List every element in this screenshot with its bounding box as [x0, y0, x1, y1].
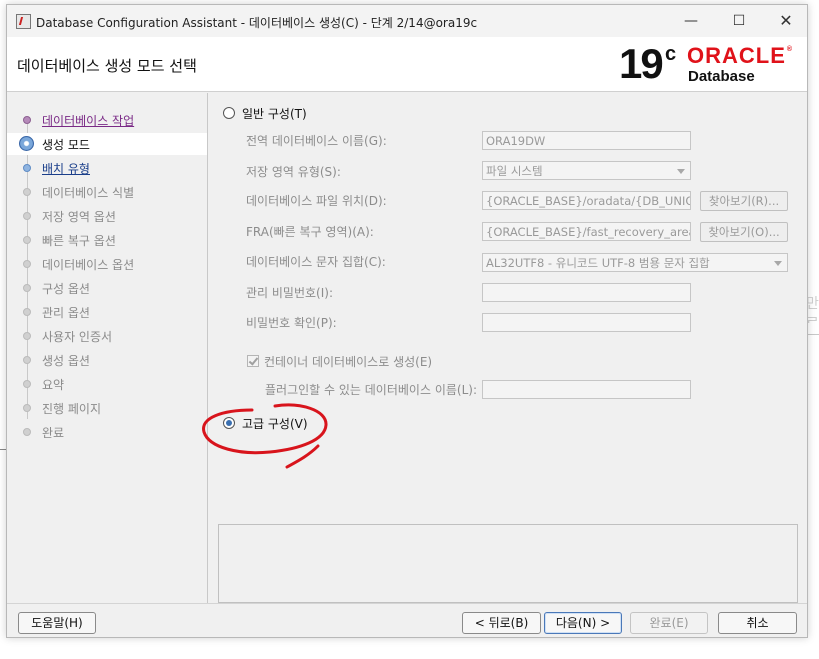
nav-step-database-identification: 데이터베이스 식별 — [7, 181, 207, 203]
storage-type-label: 저장 영역 유형(S): — [246, 165, 341, 179]
footer-divider — [7, 603, 807, 604]
confirm-password-label: 비밀번호 확인(P): — [246, 316, 337, 330]
nav-step-summary: 요약 — [7, 373, 207, 395]
step-pending-icon — [23, 212, 31, 220]
nav-step-label: 생성 모드 — [42, 138, 90, 152]
fra-input[interactable]: {ORACLE_BASE}/fast_recovery_area/ — [482, 222, 691, 241]
step-pending-icon — [23, 404, 31, 412]
minimize-button[interactable]: — — [671, 9, 711, 33]
admin-password-input[interactable] — [482, 283, 691, 302]
container-db-checkbox[interactable] — [247, 355, 259, 367]
global-db-name-label: 전역 데이터베이스 이름(G): — [246, 134, 387, 148]
advanced-config-label[interactable]: 고급 구성(V) — [242, 415, 308, 432]
page-header: 데이터베이스 생성 모드 선택 19 c ORACLE Database — [7, 37, 807, 92]
nav-step-creation-mode[interactable]: 생성 모드 — [7, 133, 207, 155]
step-pending-icon — [23, 308, 31, 316]
nav-step-label: 생성 옵션 — [42, 354, 90, 368]
nav-step-database-options: 데이터베이스 옵션 — [7, 253, 207, 275]
title-bar[interactable]: Database Configuration Assistant - 데이터베이… — [7, 5, 807, 37]
step-navigation: 데이터베이스 작업 생성 모드 배치 유형 데이터베이스 식별 저장 영역 옵션… — [7, 93, 208, 603]
pluggable-db-name-input[interactable] — [482, 380, 691, 399]
nav-step-label: 저장 영역 옵션 — [42, 210, 116, 224]
dbca-window: Database Configuration Assistant - 데이터베이… — [6, 4, 808, 638]
browse-fra-button[interactable]: 찾아보기(O)... — [700, 222, 788, 242]
window-title: Database Configuration Assistant - 데이터베이… — [36, 16, 478, 30]
step-current-icon — [19, 136, 34, 151]
nav-step-label: 사용자 인증서 — [42, 330, 113, 344]
nav-step-configuration-options: 구성 옵션 — [7, 277, 207, 299]
fra-label: FRA(빠른 복구 영역)(A): — [246, 225, 374, 239]
nav-step-label: 데이터베이스 식별 — [42, 186, 135, 200]
db-file-location-label: 데이터베이스 파일 위치(D): — [246, 194, 387, 208]
nav-step-creation-option: 생성 옵션 — [7, 349, 207, 371]
typical-config-radio[interactable] — [223, 107, 235, 119]
container-db-label[interactable]: 컨테이너 데이터베이스로 생성(E) — [264, 353, 432, 370]
step-pending-icon — [23, 332, 31, 340]
page-title: 데이터베이스 생성 모드 선택 — [17, 57, 197, 75]
nav-step-label: 요약 — [42, 378, 65, 392]
nav-step-fast-recovery-option: 빠른 복구 옵션 — [7, 229, 207, 251]
app-icon — [16, 14, 31, 29]
nav-step-progress-page: 진행 페이지 — [7, 397, 207, 419]
step-pending-icon — [23, 236, 31, 244]
maximize-button[interactable]: ☐ — [719, 9, 759, 33]
admin-password-label: 관리 비밀번호(I): — [246, 286, 334, 300]
nav-step-label: 데이터베이스 옵션 — [42, 258, 135, 272]
db-file-location-input[interactable]: {ORACLE_BASE}/oradata/{DB_UNIQU — [482, 191, 691, 210]
next-button[interactable]: 다음(N) > — [544, 612, 622, 634]
nav-step-label: 배치 유형 — [42, 162, 90, 176]
step-pending-icon — [23, 356, 31, 364]
version-logo: 19 — [619, 40, 664, 87]
back-button[interactable]: < 뒤로(B) — [462, 612, 541, 634]
nav-step-storage-option: 저장 영역 옵션 — [7, 205, 207, 227]
step-pending-icon — [23, 380, 31, 388]
step-next-icon — [23, 164, 31, 172]
typical-config-label[interactable]: 일반 구성(T) — [242, 105, 307, 122]
nav-step-user-credentials: 사용자 인증서 — [7, 325, 207, 347]
message-panel — [218, 524, 798, 603]
step-pending-icon — [23, 260, 31, 268]
charset-label: 데이터베이스 문자 집합(C): — [246, 255, 386, 269]
nav-step-management-options: 관리 옵션 — [7, 301, 207, 323]
step-pending-icon — [23, 284, 31, 292]
nav-step-label: 빠른 복구 옵션 — [42, 234, 116, 248]
product-name: Database — [688, 68, 755, 85]
charset-select[interactable]: AL32UTF8 - 유니코드 UTF-8 범용 문자 집합 — [482, 253, 788, 272]
global-db-name-input[interactable]: ORA19DW — [482, 131, 691, 150]
browse-db-location-button[interactable]: 찾아보기(R)... — [700, 191, 788, 211]
step-pending-icon — [23, 428, 31, 436]
step-pending-icon — [23, 188, 31, 196]
pluggable-db-name-label: 플러그인할 수 있는 데이터베이스 이름(L): — [265, 383, 477, 397]
nav-step-deployment-type[interactable]: 배치 유형 — [7, 157, 207, 179]
nav-step-label: 진행 페이지 — [42, 402, 102, 416]
close-button[interactable]: ✕ — [766, 9, 806, 33]
nav-step-database-operation[interactable]: 데이터베이스 작업 — [7, 109, 207, 131]
nav-step-label: 구성 옵션 — [42, 282, 90, 296]
finish-button: 완료(E) — [630, 612, 708, 634]
cancel-button[interactable]: 취소 — [718, 612, 797, 634]
nav-step-label: 데이터베이스 작업 — [42, 114, 135, 128]
oracle-logo: ORACLE — [687, 43, 793, 69]
help-button[interactable]: 도움말(H) — [18, 612, 96, 634]
advanced-config-radio[interactable] — [223, 417, 235, 429]
confirm-password-input[interactable] — [482, 313, 691, 332]
version-suffix: c — [665, 43, 677, 65]
step-done-icon — [23, 116, 31, 124]
nav-step-finish: 완료 — [7, 421, 207, 443]
nav-step-label: 관리 옵션 — [42, 306, 90, 320]
storage-type-select[interactable]: 파일 시스템 — [482, 161, 691, 180]
nav-step-label: 완료 — [42, 426, 65, 440]
